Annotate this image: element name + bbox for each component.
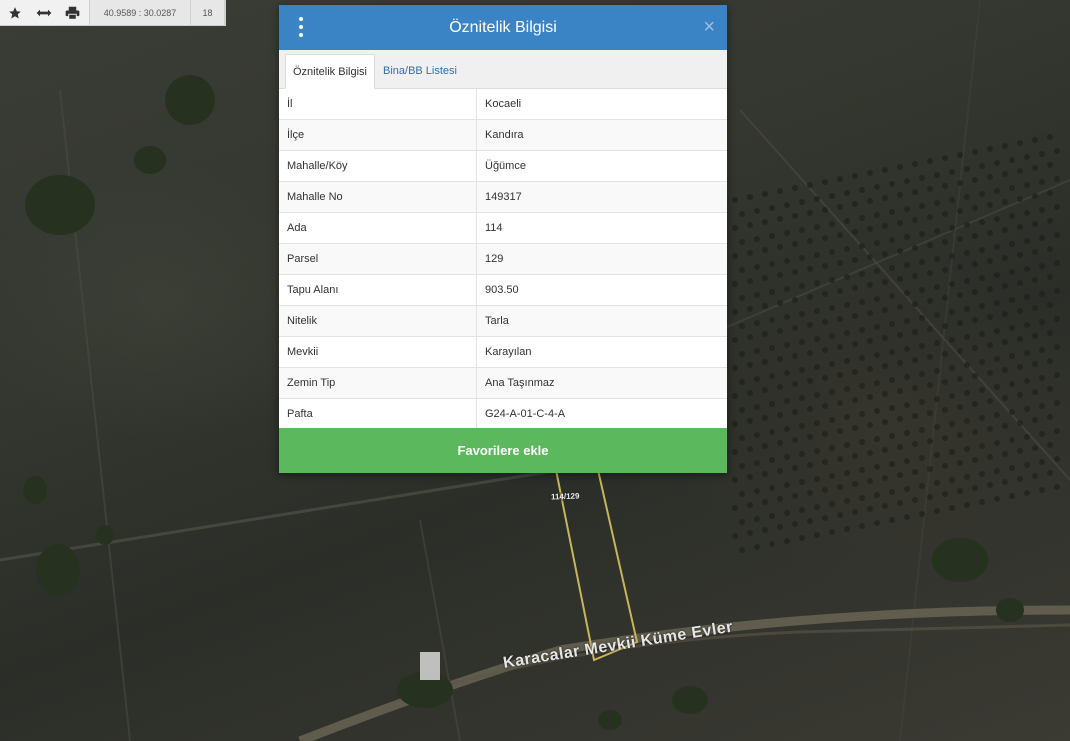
row-value: Tarla bbox=[485, 315, 509, 327]
row-value: 149317 bbox=[485, 191, 522, 203]
row-value: Kandıra bbox=[485, 129, 524, 141]
row-key: Tapu Alanı bbox=[279, 275, 477, 305]
table-row: Nitelik Tarla bbox=[279, 306, 727, 337]
print-button[interactable] bbox=[58, 0, 87, 25]
table-row: Mevkii Karayılan bbox=[279, 337, 727, 368]
table-row: İlçe Kandıra bbox=[279, 120, 727, 151]
dialog-header: Öznitelik Bilgisi × bbox=[279, 5, 727, 50]
print-icon bbox=[65, 6, 80, 20]
row-value: 114 bbox=[485, 222, 503, 234]
close-icon[interactable]: × bbox=[703, 17, 715, 37]
row-value: 903.50 bbox=[485, 284, 519, 296]
tab-attribute-info[interactable]: Öznitelik Bilgisi bbox=[285, 54, 375, 89]
table-row: Zemin Tip Ana Taşınmaz bbox=[279, 368, 727, 399]
row-key: Mevkii bbox=[279, 337, 477, 367]
row-key: Pafta bbox=[279, 399, 477, 429]
row-key: Mahalle/Köy bbox=[279, 151, 477, 181]
row-key: Nitelik bbox=[279, 306, 477, 336]
dialog-title: Öznitelik Bilgisi bbox=[449, 18, 557, 36]
attribute-info-dialog: Öznitelik Bilgisi × Öznitelik Bilgisi Bi… bbox=[279, 5, 727, 473]
row-value: Üğümce bbox=[485, 160, 526, 172]
measure-distance-button[interactable] bbox=[29, 0, 58, 25]
star-icon bbox=[8, 6, 21, 18]
row-key: Ada bbox=[279, 213, 477, 243]
row-key: İl bbox=[279, 89, 477, 119]
row-key: Mahalle No bbox=[279, 182, 477, 212]
favorite-star-button[interactable] bbox=[0, 0, 29, 25]
row-key: Parsel bbox=[279, 244, 477, 274]
horizontal-arrows-icon bbox=[36, 9, 51, 16]
add-to-favorites-button[interactable]: Favorilere ekle bbox=[279, 428, 727, 473]
row-value: Karayılan bbox=[485, 346, 532, 358]
table-row: Mahalle/Köy Üğümce bbox=[279, 151, 727, 182]
zoom-level: 18 bbox=[190, 0, 225, 25]
table-row: İl Kocaeli bbox=[279, 89, 727, 120]
table-row: Pafta G24-A-01-C-4-A bbox=[279, 399, 727, 430]
row-value: G24-A-01-C-4-A bbox=[485, 408, 566, 420]
table-row: Mahalle No 149317 bbox=[279, 182, 727, 213]
tab-building-list[interactable]: Bina/BB Listesi bbox=[376, 54, 464, 88]
kebab-menu-icon[interactable] bbox=[293, 17, 309, 37]
table-row: Tapu Alanı 903.50 bbox=[279, 275, 727, 306]
dialog-tabs: Öznitelik Bilgisi Bina/BB Listesi bbox=[279, 50, 727, 89]
table-row: Ada 114 bbox=[279, 213, 727, 244]
row-value: Ana Taşınmaz bbox=[485, 377, 555, 389]
coordinate-readout: 40.9589 : 30.0287 bbox=[89, 0, 190, 25]
map-toolbar: 40.9589 : 30.0287 18 bbox=[0, 0, 226, 26]
attribute-table: İl Kocaeli İlçe Kandıra Mahalle/Köy Üğümce … bbox=[279, 89, 727, 430]
row-key: İlçe bbox=[279, 120, 477, 150]
parcel-label: 114/129 bbox=[548, 491, 582, 502]
row-key: Zemin Tip bbox=[279, 368, 477, 398]
table-row: Parsel 129 bbox=[279, 244, 727, 275]
row-value: Kocaeli bbox=[485, 98, 522, 110]
row-value: 129 bbox=[485, 253, 504, 265]
